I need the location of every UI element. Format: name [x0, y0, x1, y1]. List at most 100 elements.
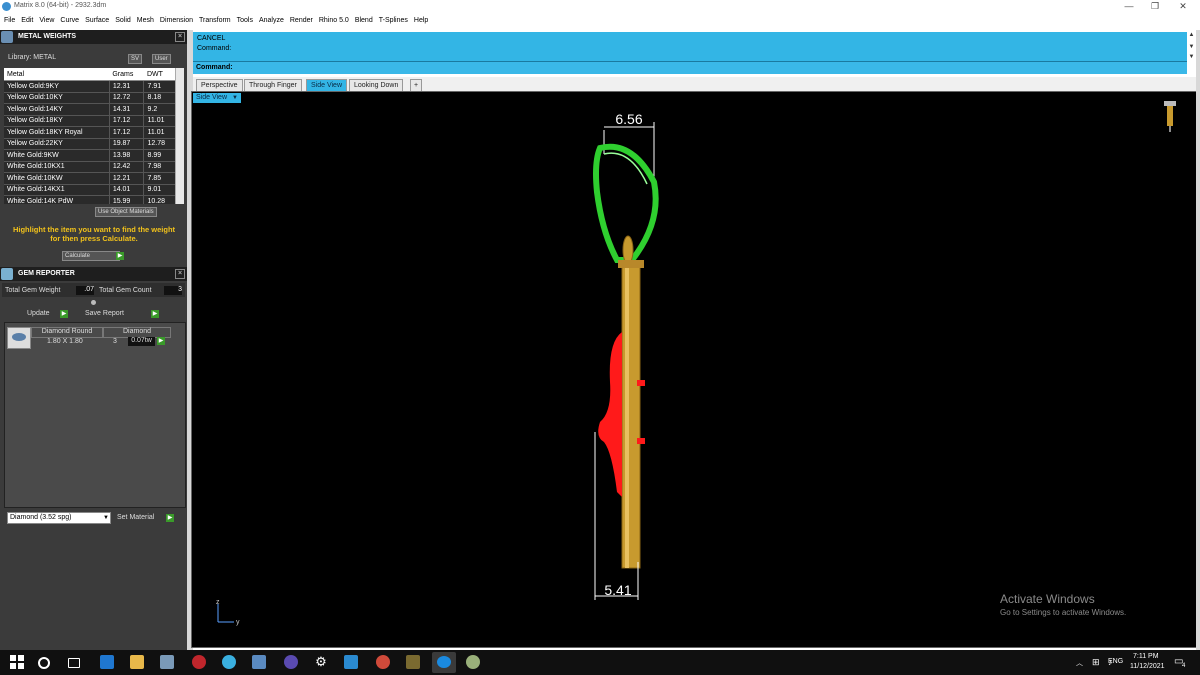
language-indicator[interactable]: ENG	[1108, 658, 1123, 665]
close-icon[interactable]: ×	[175, 269, 185, 279]
menu-file[interactable]: File	[4, 14, 15, 28]
calculate-button[interactable]: Calculate	[62, 251, 120, 261]
metal-dwt: 12.78	[143, 138, 176, 150]
clock-time[interactable]: 7:11 PM	[1133, 653, 1159, 660]
menu-tsplines[interactable]: T-Splines	[379, 14, 408, 28]
column-header-metal[interactable]: Metal	[4, 68, 110, 81]
command-scrollbar[interactable]: ▲ ▼ ▼	[1187, 32, 1196, 74]
close-icon[interactable]: ×	[175, 32, 185, 42]
table-row[interactable]: White Gold:10KW 12.21 7.85	[4, 172, 176, 185]
table-row[interactable]: White Gold:14KX1 14.01 9.01	[4, 184, 176, 196]
tab-through-finger[interactable]: Through Finger	[244, 79, 302, 91]
menu-tools[interactable]: Tools	[237, 14, 253, 28]
viewport-label[interactable]: Side View ▼	[193, 93, 241, 103]
column-header-grams[interactable]: Grams	[109, 68, 144, 81]
material-select[interactable]: Diamond (3.52 spg) ▼	[7, 512, 111, 524]
menu-surface[interactable]: Surface	[85, 14, 109, 28]
orientation-gizmo-icon[interactable]	[1164, 101, 1176, 106]
metal-grams: 12.21	[109, 172, 145, 185]
use-object-materials-button[interactable]: Use Object Materials	[95, 207, 157, 217]
matrix-icon[interactable]	[222, 655, 236, 669]
menu-solid[interactable]: Solid	[115, 14, 131, 28]
calculate-arrow-icon[interactable]: ▶	[116, 252, 124, 260]
close-button[interactable]: ✕	[1176, 1, 1190, 12]
app-icon[interactable]	[192, 655, 206, 669]
set-material-label[interactable]: Set Material	[117, 514, 154, 521]
file-explorer-icon[interactable]	[130, 655, 144, 669]
save-report-label[interactable]: Save Report	[85, 310, 124, 317]
command-input[interactable]: Command:	[193, 61, 1188, 74]
table-row[interactable]: White Gold:9KW 13.98 8.99	[4, 149, 176, 162]
table-row[interactable]: Yellow Gold:10KY 12.72 8.18	[4, 92, 176, 104]
restore-button[interactable]: ❐	[1148, 1, 1162, 12]
menu-blend[interactable]: Blend	[355, 14, 373, 28]
chevron-down-icon[interactable]: ▼	[232, 93, 238, 103]
viewport-label-text: Side View	[196, 94, 228, 101]
sv-button[interactable]: SV	[128, 54, 143, 64]
menu-analyze[interactable]: Analyze	[259, 14, 284, 28]
table-row[interactable]: Yellow Gold:14KY 14.31 9.2	[4, 103, 176, 116]
gem-select-arrow-icon[interactable]: ▶	[157, 337, 165, 345]
app-icon[interactable]	[252, 655, 266, 669]
add-tab-icon[interactable]: +	[410, 79, 423, 91]
column-header-dwt[interactable]: DWT	[143, 68, 176, 81]
menu-view[interactable]: View	[39, 14, 54, 28]
menu-mesh[interactable]: Mesh	[137, 14, 154, 28]
app-icon[interactable]	[466, 655, 480, 669]
app-icon[interactable]	[344, 655, 358, 669]
metal-grams: 17.12	[109, 115, 145, 127]
search-icon[interactable]	[38, 657, 50, 669]
metal-weights-hint: Highlight the item you want to find the …	[12, 225, 176, 243]
task-view-icon[interactable]	[68, 658, 80, 668]
gear-icon[interactable]: ⚙	[314, 655, 328, 669]
viewport-side-view[interactable]: 6.56 5.41 z y Activate Windows Go to Set…	[191, 91, 1198, 648]
clock-date[interactable]: 11/12/2021	[1130, 663, 1165, 670]
metal-name: Yellow Gold:18KY	[4, 115, 110, 127]
table-scrollbar[interactable]	[175, 68, 184, 204]
update-arrow-icon[interactable]: ▶	[60, 310, 68, 318]
metal-grams: 19.87	[109, 138, 145, 150]
set-material-arrow-icon[interactable]: ▶	[166, 514, 174, 522]
network-icon[interactable]: ⊞	[1092, 657, 1100, 668]
orientation-gizmo-stem	[1167, 106, 1173, 126]
menu-transform[interactable]: Transform	[199, 14, 231, 28]
tab-perspective[interactable]: Perspective	[196, 79, 243, 91]
table-row[interactable]: White Gold:10KX1 12.42 7.98	[4, 161, 176, 173]
table-row[interactable]: Yellow Gold:22KY 19.87 12.78	[4, 138, 176, 150]
metal-table[interactable]: Metal Grams DWT Yellow Gold:9KY 12.31 7.91…	[4, 68, 184, 204]
gem-size: 1.80 X 1.80	[47, 338, 83, 345]
menu-edit[interactable]: Edit	[21, 14, 33, 28]
metal-name: Yellow Gold:10KY	[4, 92, 110, 104]
table-row[interactable]: Yellow Gold:9KY 12.31 7.91	[4, 80, 176, 93]
user-button[interactable]: User	[152, 54, 171, 64]
model-canvas[interactable]: 6.56 5.41 z y	[192, 92, 1197, 647]
chrome-icon[interactable]	[376, 655, 390, 669]
menu-rhino[interactable]: Rhino 5.0	[319, 14, 349, 28]
metal-dwt: 7.91	[143, 80, 176, 93]
scale-icon	[1, 31, 13, 43]
chevron-up-icon[interactable]: ︿	[1076, 658, 1083, 668]
dimension-top: 6.56	[615, 111, 642, 127]
tab-side-view[interactable]: Side View	[306, 79, 348, 91]
menu-curve[interactable]: Curve	[60, 14, 79, 28]
zoom-icon[interactable]	[432, 652, 456, 673]
metal-name: White Gold:14KX1	[4, 184, 110, 196]
chevron-down-icon[interactable]: ▼	[103, 513, 109, 523]
edge-icon[interactable]	[100, 655, 114, 669]
command-history-1: CANCEL	[197, 35, 226, 42]
save-report-arrow-icon[interactable]: ▶	[151, 310, 159, 318]
menu-help[interactable]: Help	[414, 14, 428, 28]
windows-start-icon[interactable]	[10, 655, 24, 669]
table-row[interactable]: White Gold:14K PdW 15.99 10.28	[4, 195, 176, 204]
slider-handle[interactable]	[91, 300, 96, 305]
app-icon[interactable]	[406, 655, 420, 669]
update-label[interactable]: Update	[27, 310, 50, 317]
menu-dimension[interactable]: Dimension	[160, 14, 193, 28]
tab-looking-down[interactable]: Looking Down	[349, 79, 404, 91]
menu-render[interactable]: Render	[290, 14, 313, 28]
table-row[interactable]: Yellow Gold:18KY 17.12 11.01	[4, 115, 176, 127]
app-icon[interactable]	[160, 655, 174, 669]
minimize-button[interactable]: —	[1122, 1, 1136, 12]
table-row[interactable]: Yellow Gold:18KY Royal 17.12 11.01	[4, 126, 176, 139]
app-icon[interactable]	[284, 655, 298, 669]
